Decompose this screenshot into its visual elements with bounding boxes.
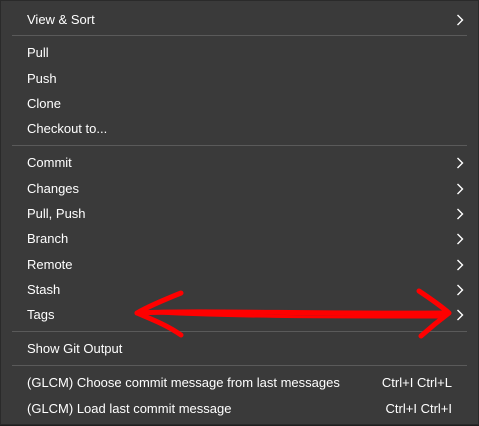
menu-item-label: View & Sort xyxy=(27,12,95,27)
menu-item-label: Clone xyxy=(27,96,61,111)
context-menu: View & Sort Pull Push Clone Checkout to.… xyxy=(0,0,479,425)
chevron-right-icon xyxy=(455,7,465,32)
menu-item-label: Pull, Push xyxy=(27,206,86,221)
menu-item-tags[interactable]: Tags xyxy=(1,302,478,327)
menu-item-glcm-load-last-commit-message[interactable]: (GLCM) Load last commit message Ctrl+I C… xyxy=(1,396,478,421)
menu-item-label: Push xyxy=(27,71,57,86)
menu-separator xyxy=(12,365,467,366)
menu-item-label: Checkout to... xyxy=(27,121,108,136)
menu-item-label: Pull xyxy=(27,45,49,60)
menu-item-stash[interactable]: Stash xyxy=(1,277,478,302)
menu-item-label: Changes xyxy=(27,181,80,196)
keyboard-shortcut: Ctrl+I Ctrl+L xyxy=(381,375,452,390)
chevron-right-icon xyxy=(455,201,465,226)
menu-item-label: (GLCM) Choose commit message from last m… xyxy=(27,375,340,390)
menu-item-label: Branch xyxy=(27,231,69,246)
menu-item-label: Show Git Output xyxy=(27,341,123,356)
menu-item-pull-push[interactable]: Pull, Push xyxy=(1,201,478,226)
menu-item-commit[interactable]: Commit xyxy=(1,150,478,175)
chevron-right-icon xyxy=(455,226,465,251)
chevron-right-icon xyxy=(455,277,465,302)
menu-item-label: Commit xyxy=(27,155,72,170)
menu-item-label: Tags xyxy=(27,307,55,322)
menu-item-clone[interactable]: Clone xyxy=(1,91,478,116)
menu-item-glcm-choose-commit-message[interactable]: (GLCM) Choose commit message from last m… xyxy=(1,370,478,395)
menu-item-checkout-to[interactable]: Checkout to... xyxy=(1,116,478,141)
menu-item-show-git-output[interactable]: Show Git Output xyxy=(1,336,478,361)
chevron-right-icon xyxy=(455,176,465,201)
menu-item-label: (GLCM) Load last commit message xyxy=(27,401,232,416)
menu-separator xyxy=(12,35,467,36)
chevron-right-icon xyxy=(455,252,465,277)
menu-item-view-sort[interactable]: View & Sort xyxy=(1,7,478,32)
keyboard-shortcut: Ctrl+I Ctrl+I xyxy=(385,401,452,416)
menu-item-remote[interactable]: Remote xyxy=(1,252,478,277)
menu-item-push[interactable]: Push xyxy=(1,66,478,91)
menu-separator xyxy=(12,145,467,146)
menu-item-label: Remote xyxy=(27,257,73,272)
chevron-right-icon xyxy=(455,150,465,175)
menu-item-pull[interactable]: Pull xyxy=(1,40,478,65)
menu-item-branch[interactable]: Branch xyxy=(1,226,478,251)
menu-item-changes[interactable]: Changes xyxy=(1,176,478,201)
menu-separator xyxy=(12,331,467,332)
menu-item-label: Stash xyxy=(27,282,61,297)
chevron-right-icon[interactable] xyxy=(455,302,465,327)
